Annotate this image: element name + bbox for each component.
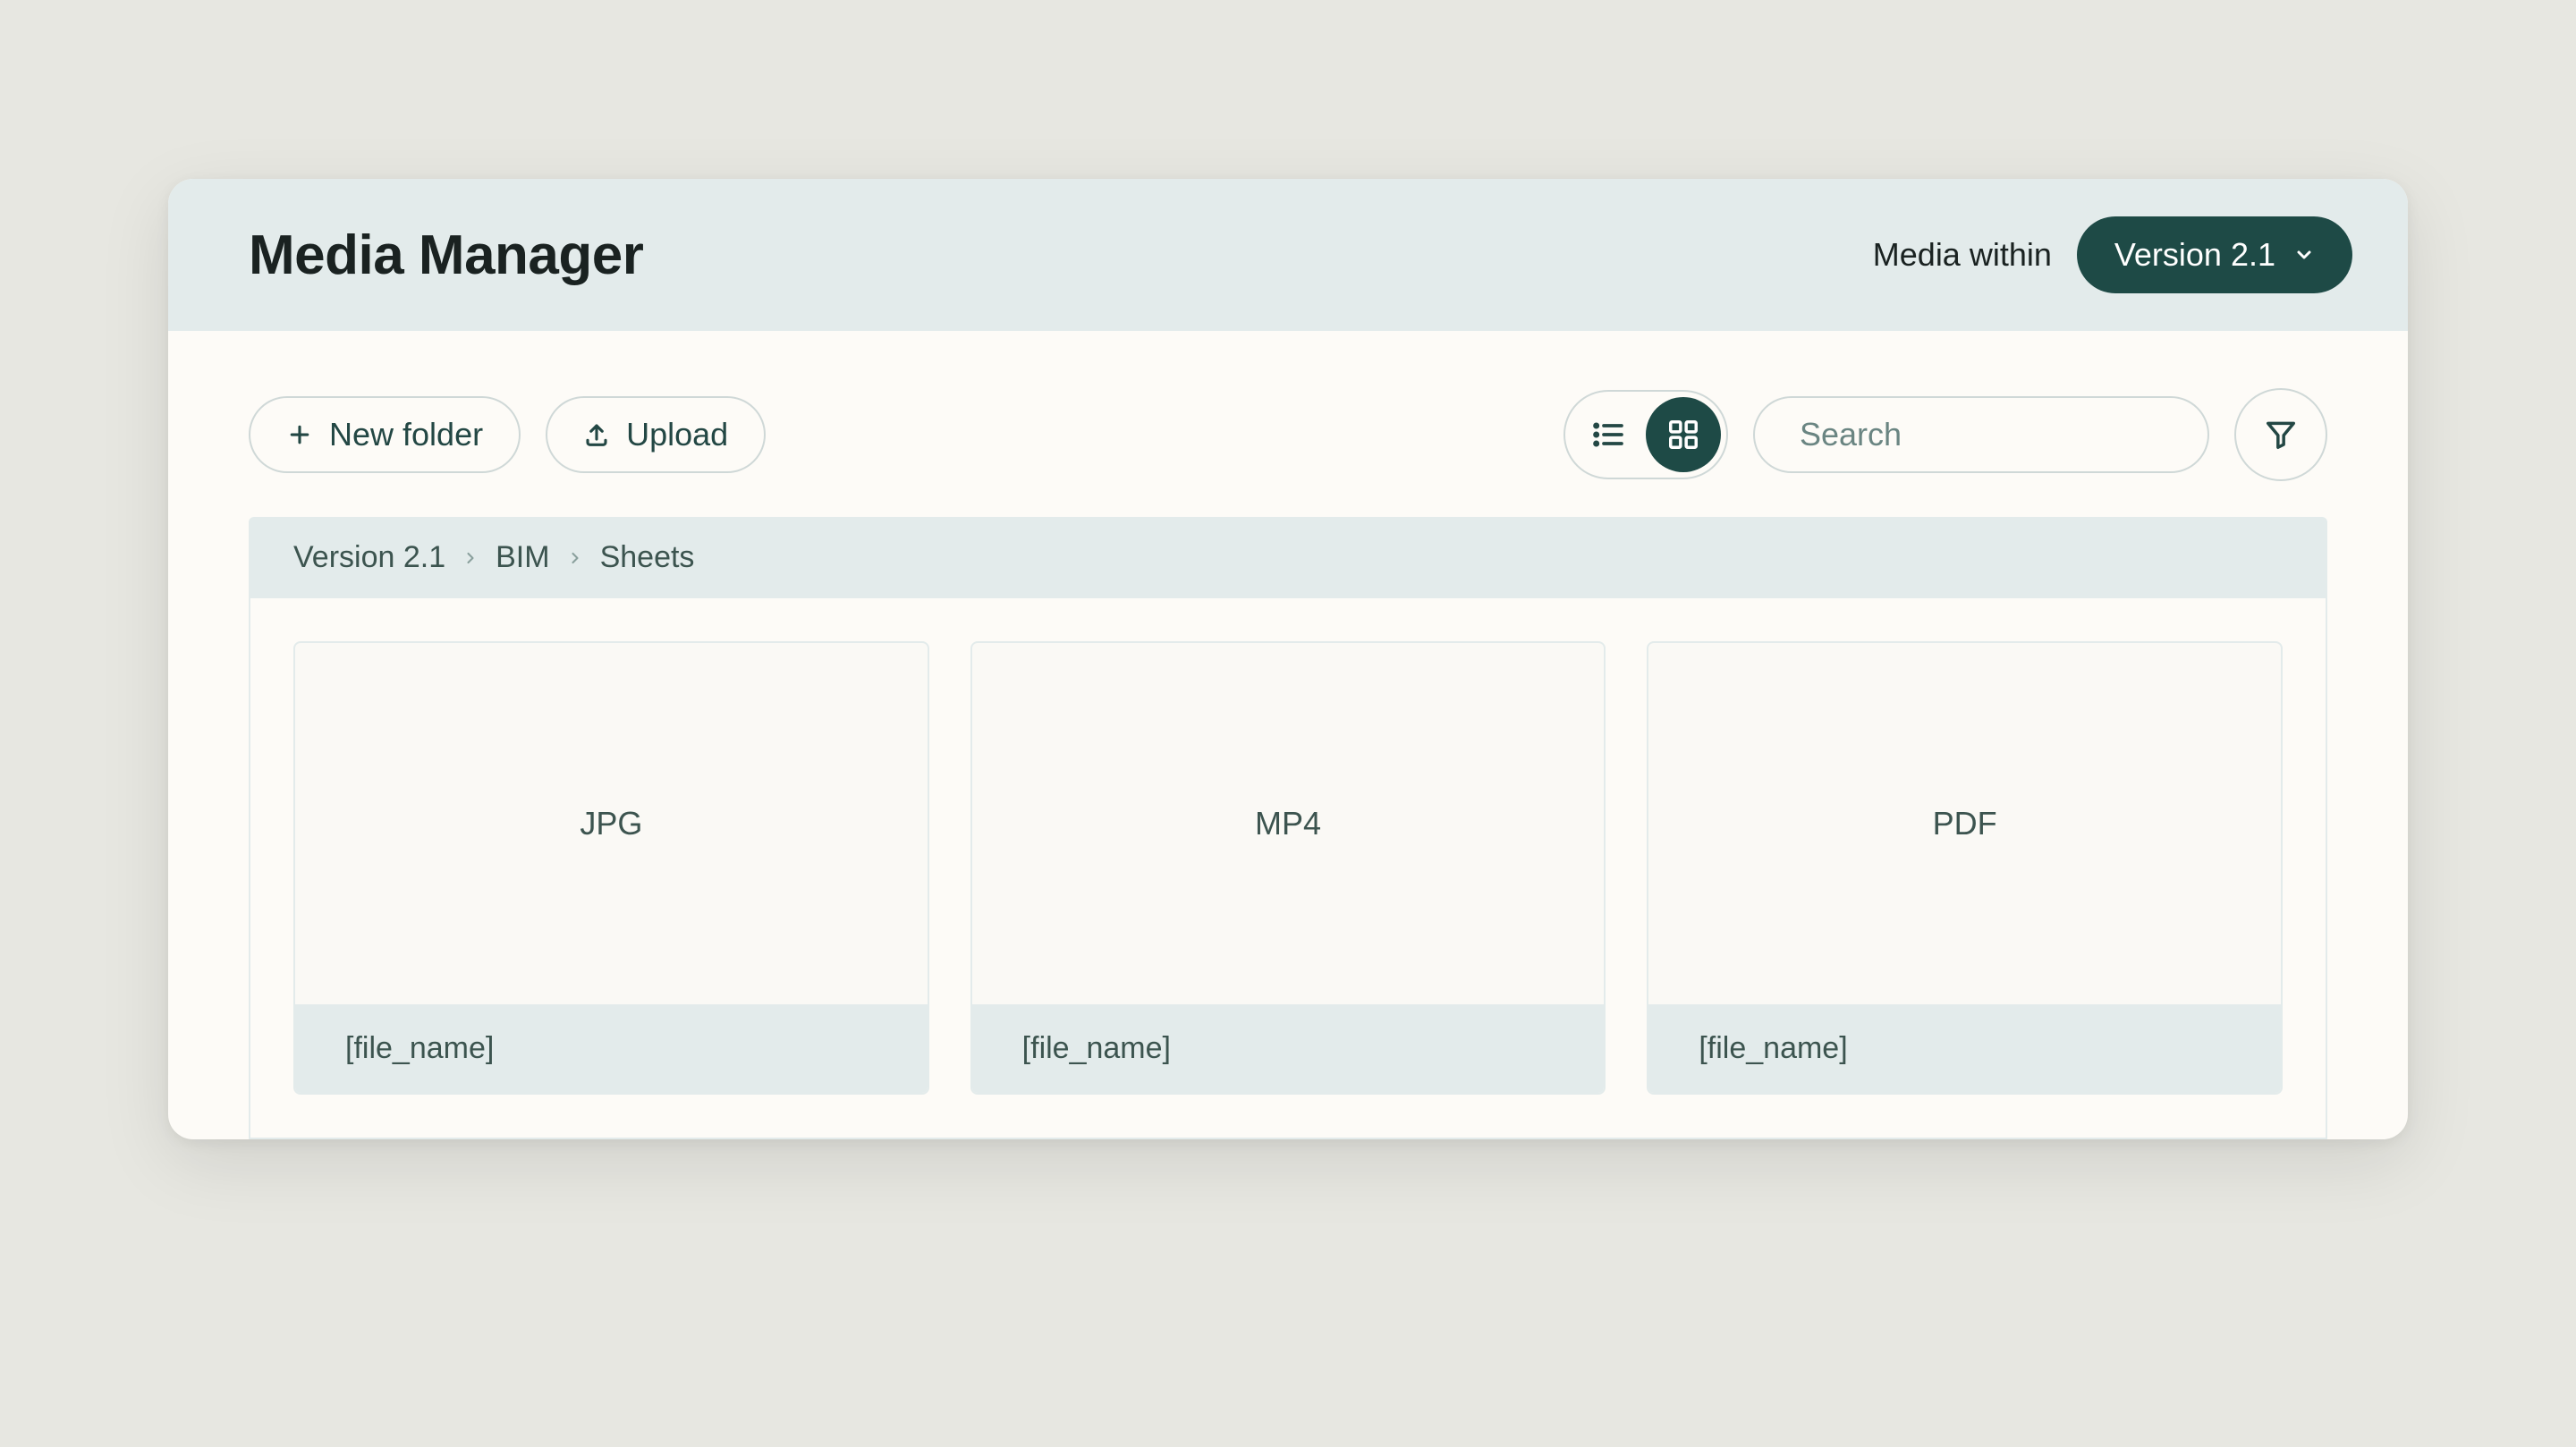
panel-header: Media Manager Media within Version 2.1 [168,179,2408,331]
toolbar-right [1563,388,2327,481]
file-card[interactable]: MP4 [file_name] [970,641,1606,1095]
grid-icon [1666,418,1700,452]
content-area: Version 2.1 BIM Sheets JPG [file_name] M… [168,517,2408,1139]
filter-icon [2264,418,2298,452]
file-browser: JPG [file_name] MP4 [file_name] PDF [fil… [249,598,2327,1139]
page-title: Media Manager [249,224,643,287]
file-card[interactable]: JPG [file_name] [293,641,929,1095]
file-card[interactable]: PDF [file_name] [1647,641,2283,1095]
toolbar-left: New folder Upload [249,396,766,473]
version-selector[interactable]: Version 2.1 [2077,216,2352,293]
file-type-label: PDF [1648,643,2281,1004]
new-folder-label: New folder [329,416,483,453]
version-label: Version 2.1 [2114,236,2275,274]
list-icon [1590,417,1626,453]
upload-icon [583,421,610,448]
file-name-label: [file_name] [1648,1004,2281,1093]
toolbar: New folder Upload [168,331,2408,517]
file-type-label: MP4 [972,643,1605,1004]
file-type-label: JPG [295,643,928,1004]
breadcrumb-item[interactable]: BIM [496,540,549,575]
plus-icon [286,421,313,448]
media-manager-panel: Media Manager Media within Version 2.1 N… [168,179,2408,1139]
chevron-right-icon [566,549,584,567]
filter-button[interactable] [2234,388,2327,481]
chevron-right-icon [462,549,479,567]
view-toggle [1563,390,1728,479]
upload-button[interactable]: Upload [546,396,766,473]
new-folder-button[interactable]: New folder [249,396,521,473]
breadcrumb-item[interactable]: Sheets [600,540,695,575]
file-name-label: [file_name] [295,1004,928,1093]
chevron-down-icon [2293,244,2315,266]
header-right: Media within Version 2.1 [1873,216,2352,293]
breadcrumb: Version 2.1 BIM Sheets [249,517,2327,598]
scope-label: Media within [1873,236,2052,274]
search-input[interactable] [1800,416,2216,453]
grid-view-button[interactable] [1646,397,1721,472]
search-field[interactable] [1753,396,2209,473]
list-view-button[interactable] [1571,397,1646,472]
upload-label: Upload [626,416,728,453]
file-name-label: [file_name] [972,1004,1605,1093]
breadcrumb-item[interactable]: Version 2.1 [293,540,445,575]
